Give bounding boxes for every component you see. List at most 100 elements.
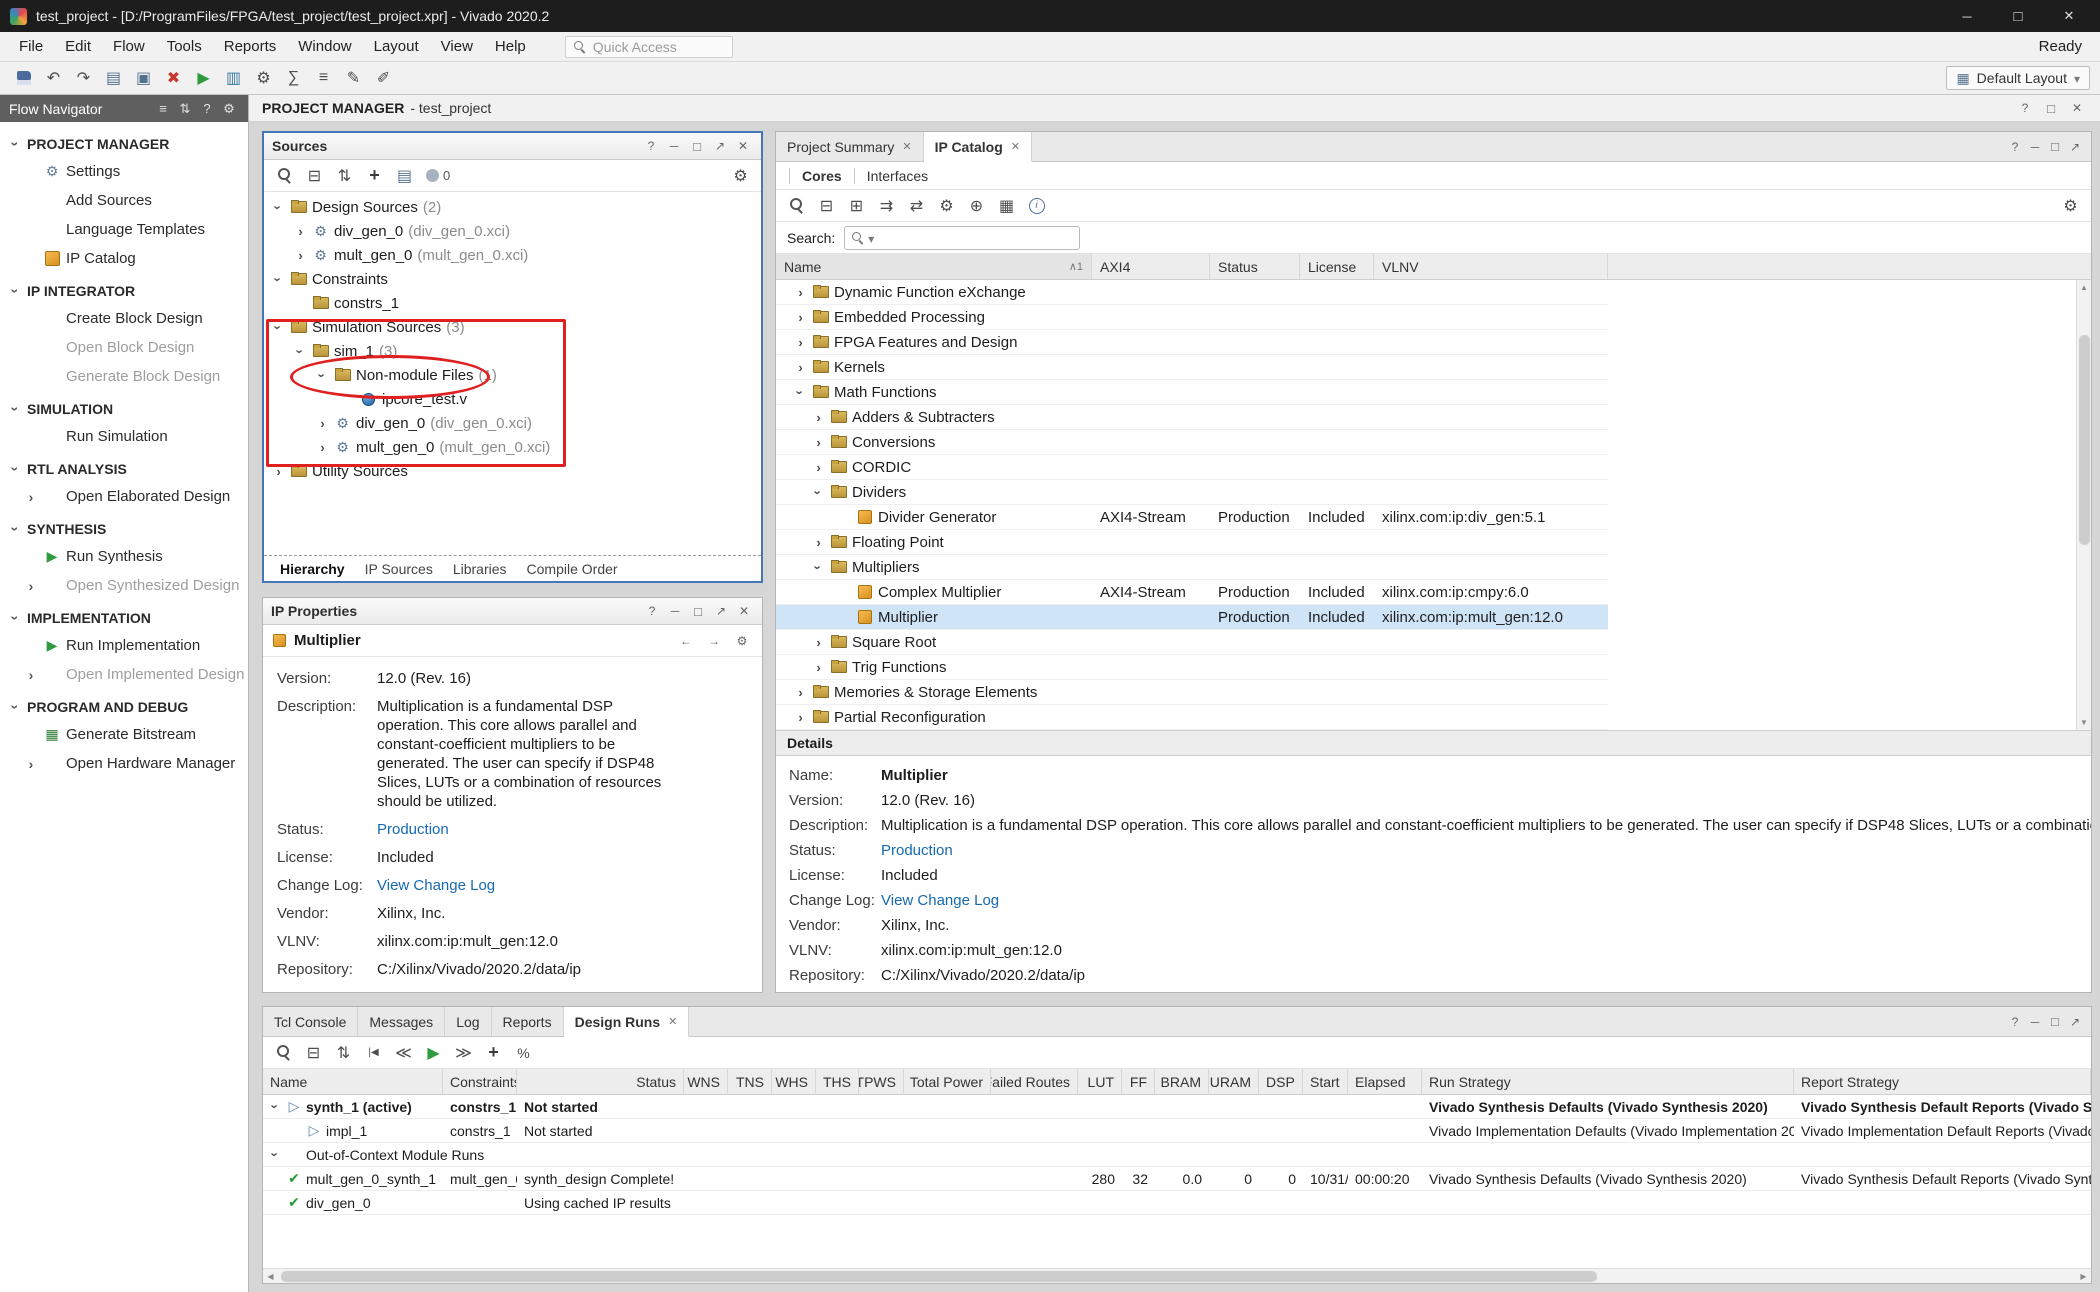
column-header[interactable]: Run Strategy <box>1422 1069 1794 1094</box>
ip-catalog-row[interactable]: Multiplier Production Included xilinx.co… <box>776 605 1608 630</box>
column-header-license[interactable]: License <box>1300 254 1374 279</box>
edit-icon[interactable] <box>340 66 367 91</box>
field-value[interactable]: Production <box>377 820 449 839</box>
probe-icon[interactable] <box>370 66 397 91</box>
horizontal-scrollbar[interactable] <box>263 1268 2091 1283</box>
ip-catalog-row[interactable]: CORDIC <box>776 455 1608 480</box>
quick-access-search[interactable]: Quick Access <box>565 36 733 58</box>
expand-arrow-icon[interactable] <box>812 635 825 650</box>
expand-arrow-icon[interactable] <box>794 685 807 700</box>
report-icon[interactable] <box>220 66 247 91</box>
menu-item[interactable]: Help <box>484 32 537 61</box>
flow-nav-entry[interactable]: Generate Block Design <box>0 362 248 391</box>
sigma-icon[interactable] <box>280 66 307 91</box>
ip-catalog-row[interactable]: Conversions <box>776 430 1608 455</box>
column-header[interactable]: Name <box>263 1069 443 1094</box>
ip-catalog-row[interactable]: Multipliers <box>776 555 1608 580</box>
expand-arrow-icon[interactable] <box>272 320 285 335</box>
source-tree-row[interactable]: ipcore_test.v <box>264 387 761 411</box>
flow-nav-entry[interactable]: Generate Bitstream <box>0 720 248 749</box>
expand-arrow-icon[interactable] <box>316 368 329 383</box>
sources-tab[interactable]: Libraries <box>443 556 517 581</box>
sources-tab[interactable]: IP Sources <box>355 556 443 581</box>
source-tree-row[interactable]: mult_gen_0 (mult_gen_0.xci) <box>264 243 761 267</box>
ip-catalog-row[interactable]: Memories & Storage Elements <box>776 680 1608 705</box>
column-header[interactable]: Report Strategy <box>1794 1069 2091 1094</box>
editor-tab[interactable]: IP Catalog <box>924 132 1032 162</box>
column-header[interactable]: WHS <box>772 1069 816 1094</box>
flow-nav-entry[interactable]: IP Catalog <box>0 244 248 273</box>
column-header[interactable]: BRAM <box>1155 1069 1209 1094</box>
column-header[interactable]: WNS <box>684 1069 728 1094</box>
cancel-icon[interactable] <box>160 66 187 91</box>
flow-nav-entry[interactable]: Run Synthesis <box>0 542 248 571</box>
expand-arrow-icon[interactable] <box>294 224 307 239</box>
source-tree-row[interactable]: sim_1 (3) <box>264 339 761 363</box>
column-header[interactable]: Status <box>517 1069 684 1094</box>
expand-all-icon[interactable] <box>330 1040 357 1065</box>
expand-arrow-icon[interactable] <box>812 660 825 675</box>
column-header[interactable]: FF <box>1122 1069 1155 1094</box>
step-back-icon[interactable] <box>360 1040 387 1065</box>
ip-catalog-row[interactable]: Dividers <box>776 480 1608 505</box>
column-header-vlnv[interactable]: VLNV <box>1374 254 1608 279</box>
flow-nav-entry[interactable]: RTL ANALYSIS <box>0 451 248 482</box>
undo-icon[interactable] <box>40 66 67 91</box>
bottom-tab[interactable]: Reports <box>492 1007 564 1036</box>
sources-tab[interactable]: Hierarchy <box>270 556 355 581</box>
help-icon[interactable] <box>641 137 661 155</box>
expand-arrow-icon[interactable] <box>272 464 285 479</box>
layout-selector[interactable]: Default Layout <box>1946 66 2090 90</box>
menu-item[interactable]: View <box>430 32 484 61</box>
search-icon[interactable] <box>270 1040 297 1065</box>
flow-nav-entry[interactable]: Open Block Design <box>0 333 248 362</box>
column-header[interactable]: Total Power <box>904 1069 991 1094</box>
search-icon[interactable] <box>271 163 298 188</box>
journal-icon[interactable] <box>100 66 127 91</box>
scrollbar-thumb[interactable] <box>2079 335 2090 545</box>
bottom-tab[interactable]: Log <box>445 1007 491 1036</box>
flow-nav-entry[interactable]: PROJECT MANAGER <box>0 126 248 157</box>
flow-nav-entry[interactable]: Add Sources <box>0 186 248 215</box>
maximize-icon[interactable] <box>687 137 707 155</box>
ip-catalog-row[interactable]: Embedded Processing <box>776 305 1608 330</box>
menu-item[interactable]: Window <box>287 32 362 61</box>
source-tree-row[interactable]: Design Sources (2) <box>264 195 761 219</box>
next-icon[interactable] <box>704 632 724 650</box>
info-icon[interactable] <box>1023 193 1050 218</box>
bottom-tab[interactable]: Tcl Console <box>263 1007 358 1036</box>
column-header-axi4[interactable]: AXI4 <box>1092 254 1210 279</box>
maximize-icon[interactable] <box>2045 1013 2065 1031</box>
ip-search-box[interactable] <box>844 226 1080 250</box>
help-icon[interactable] <box>642 602 662 620</box>
close-tab-icon[interactable] <box>902 140 911 153</box>
ip-catalog-row[interactable]: Trig Functions <box>776 655 1608 680</box>
menu-item[interactable]: Reports <box>213 32 288 61</box>
expand-arrow-icon[interactable] <box>794 710 807 725</box>
ip-catalog-row[interactable]: Adders & Subtracters <box>776 405 1608 430</box>
minimize-icon[interactable] <box>2025 1013 2045 1031</box>
expand-arrow-icon[interactable] <box>794 385 807 400</box>
help-icon[interactable] <box>2015 99 2035 117</box>
expand-arrow-icon[interactable] <box>794 285 807 300</box>
expand-arrow-icon[interactable] <box>269 1147 282 1162</box>
expand-arrow-icon[interactable] <box>812 535 825 550</box>
expand-arrow-icon[interactable] <box>294 344 307 359</box>
add-icon[interactable] <box>480 1040 507 1065</box>
menu-item[interactable]: Flow <box>102 32 156 61</box>
expand-arrow-icon[interactable] <box>812 485 825 500</box>
collapse-all-icon[interactable] <box>301 163 328 188</box>
customize-icon[interactable] <box>933 193 960 218</box>
float-icon[interactable] <box>2065 138 2085 156</box>
expand-arrow-icon[interactable] <box>272 200 285 215</box>
ip-catalog-row[interactable]: Complex Multiplier AXI4-Stream Productio… <box>776 580 1608 605</box>
flow-nav-entry[interactable]: Open Implemented Design <box>0 660 248 689</box>
expand-arrow-icon[interactable] <box>812 410 825 425</box>
expand-arrow-icon[interactable] <box>316 440 329 455</box>
flow-nav-entry[interactable]: Create Block Design <box>0 304 248 333</box>
source-tree-row[interactable]: mult_gen_0 (mult_gen_0.xci) <box>264 435 761 459</box>
design-run-row[interactable]: synth_1 (active) constrs_1 Not started <box>263 1095 2091 1119</box>
expand-arrow-icon[interactable] <box>812 460 825 475</box>
rewind-icon[interactable] <box>390 1040 417 1065</box>
flow-nav-entry[interactable]: IMPLEMENTATION <box>0 600 248 631</box>
